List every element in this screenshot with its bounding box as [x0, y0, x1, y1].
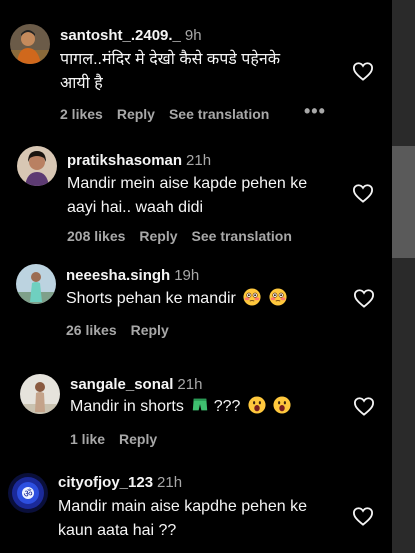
comment-time: 9h: [184, 27, 202, 44]
comment-line: आयी है: [60, 75, 103, 92]
comment-item: sangale_sonal 21h Mandir in shorts ??? 1 …: [0, 360, 392, 465]
reply-button[interactable]: Reply: [139, 228, 177, 244]
comment-actions: 1 like Reply: [70, 430, 171, 448]
shorts-emoji-icon: [191, 396, 209, 414]
comment-header: neeesha.singh 19h: [66, 267, 199, 285]
comment-line: Mandir in shorts: [70, 398, 184, 415]
comment-text: पागल..मंदिर मे देखो कैसे कपडे पहेनके आयी…: [60, 48, 350, 96]
svg-text:ॐ: ॐ: [23, 488, 32, 500]
avatar[interactable]: [10, 24, 50, 64]
comment-text: Mandir mein aise kapde pehen ke aayi hai…: [67, 172, 347, 220]
comment-line: aayi hai.. waah didi: [67, 199, 204, 216]
comment-item: ॐ cityofjoy_123 21h Mandir main aise kapd…: [0, 465, 392, 553]
more-options-icon[interactable]: •••: [304, 101, 326, 122]
comment-line: kaun aata hai ??: [58, 522, 177, 539]
likes-count[interactable]: 1 like: [70, 431, 105, 447]
scrollbar-thumb[interactable]: [392, 146, 415, 258]
flushed-face-emoji-icon: [243, 288, 261, 306]
open-mouth-face-emoji-icon: [273, 396, 291, 414]
comment-time: 21h: [177, 376, 203, 393]
avatar[interactable]: ॐ: [8, 473, 48, 513]
comment-text: Mandir main aise kapdhe pehen ke kaun aa…: [58, 495, 348, 543]
username[interactable]: pratikshasoman: [67, 152, 182, 169]
comment-header: cityofjoy_123 21h: [58, 474, 182, 492]
likes-count[interactable]: 208 likes: [67, 228, 125, 244]
open-mouth-face-emoji-icon: [248, 396, 266, 414]
comment-header: santosht_.2409._ 9h: [60, 27, 202, 45]
avatar[interactable]: [16, 264, 56, 304]
comment-item: pratikshasoman 21h Mandir mein aise kapde…: [0, 130, 392, 250]
comment-time: 21h: [157, 474, 183, 491]
reply-button[interactable]: Reply: [117, 106, 155, 122]
username[interactable]: sangale_sonal: [70, 376, 173, 393]
username[interactable]: cityofjoy_123: [58, 474, 153, 491]
comments-screen: santosht_.2409._ 9h पागल..मंदिर मे देखो क…: [0, 0, 415, 553]
comment-actions: 208 likes Reply See translation: [67, 227, 306, 245]
username[interactable]: neeesha.singh: [66, 267, 170, 284]
comment-line: Mandir main aise kapdhe pehen ke: [58, 498, 308, 515]
see-translation-button[interactable]: See translation: [192, 228, 292, 244]
comment-header: pratikshasoman 21h: [67, 152, 211, 170]
like-heart-icon[interactable]: [353, 396, 375, 416]
comment-text: Shorts pehan ke mandir: [66, 287, 346, 311]
like-heart-icon[interactable]: [352, 183, 374, 203]
like-heart-icon[interactable]: [353, 288, 375, 308]
avatar[interactable]: [17, 146, 57, 186]
likes-count[interactable]: 26 likes: [66, 322, 117, 338]
comment-actions: 2 likes Reply See translation: [60, 105, 283, 123]
scrollbar-track[interactable]: [392, 0, 415, 553]
reply-button[interactable]: Reply: [131, 322, 169, 338]
comment-line: पागल..मंदिर मे देखो कैसे कपडे पहेनके: [60, 51, 281, 68]
comment-line: ???: [213, 398, 241, 415]
like-heart-icon[interactable]: [352, 506, 374, 526]
likes-count[interactable]: 2 likes: [60, 106, 103, 122]
reply-button[interactable]: Reply: [119, 431, 157, 447]
comment-time: 21h: [186, 152, 212, 169]
avatar[interactable]: [20, 374, 60, 414]
comment-item: neeesha.singh 19h Shorts pehan ke mandir …: [0, 250, 392, 360]
comment-actions: 26 likes Reply: [66, 321, 183, 339]
comment-time: 19h: [174, 267, 200, 284]
comment-item: santosht_.2409._ 9h पागल..मंदिर मे देखो क…: [0, 0, 392, 130]
comment-line: Mandir mein aise kapde pehen ke: [67, 175, 308, 192]
username[interactable]: santosht_.2409._: [60, 27, 181, 44]
like-heart-icon[interactable]: [352, 61, 374, 81]
comment-header: sangale_sonal 21h: [70, 376, 202, 394]
comment-line: Shorts pehan ke mandir: [66, 290, 236, 307]
flushed-face-emoji-icon: [269, 288, 287, 306]
comment-text: Mandir in shorts ???: [70, 395, 350, 419]
see-translation-button[interactable]: See translation: [169, 106, 269, 122]
